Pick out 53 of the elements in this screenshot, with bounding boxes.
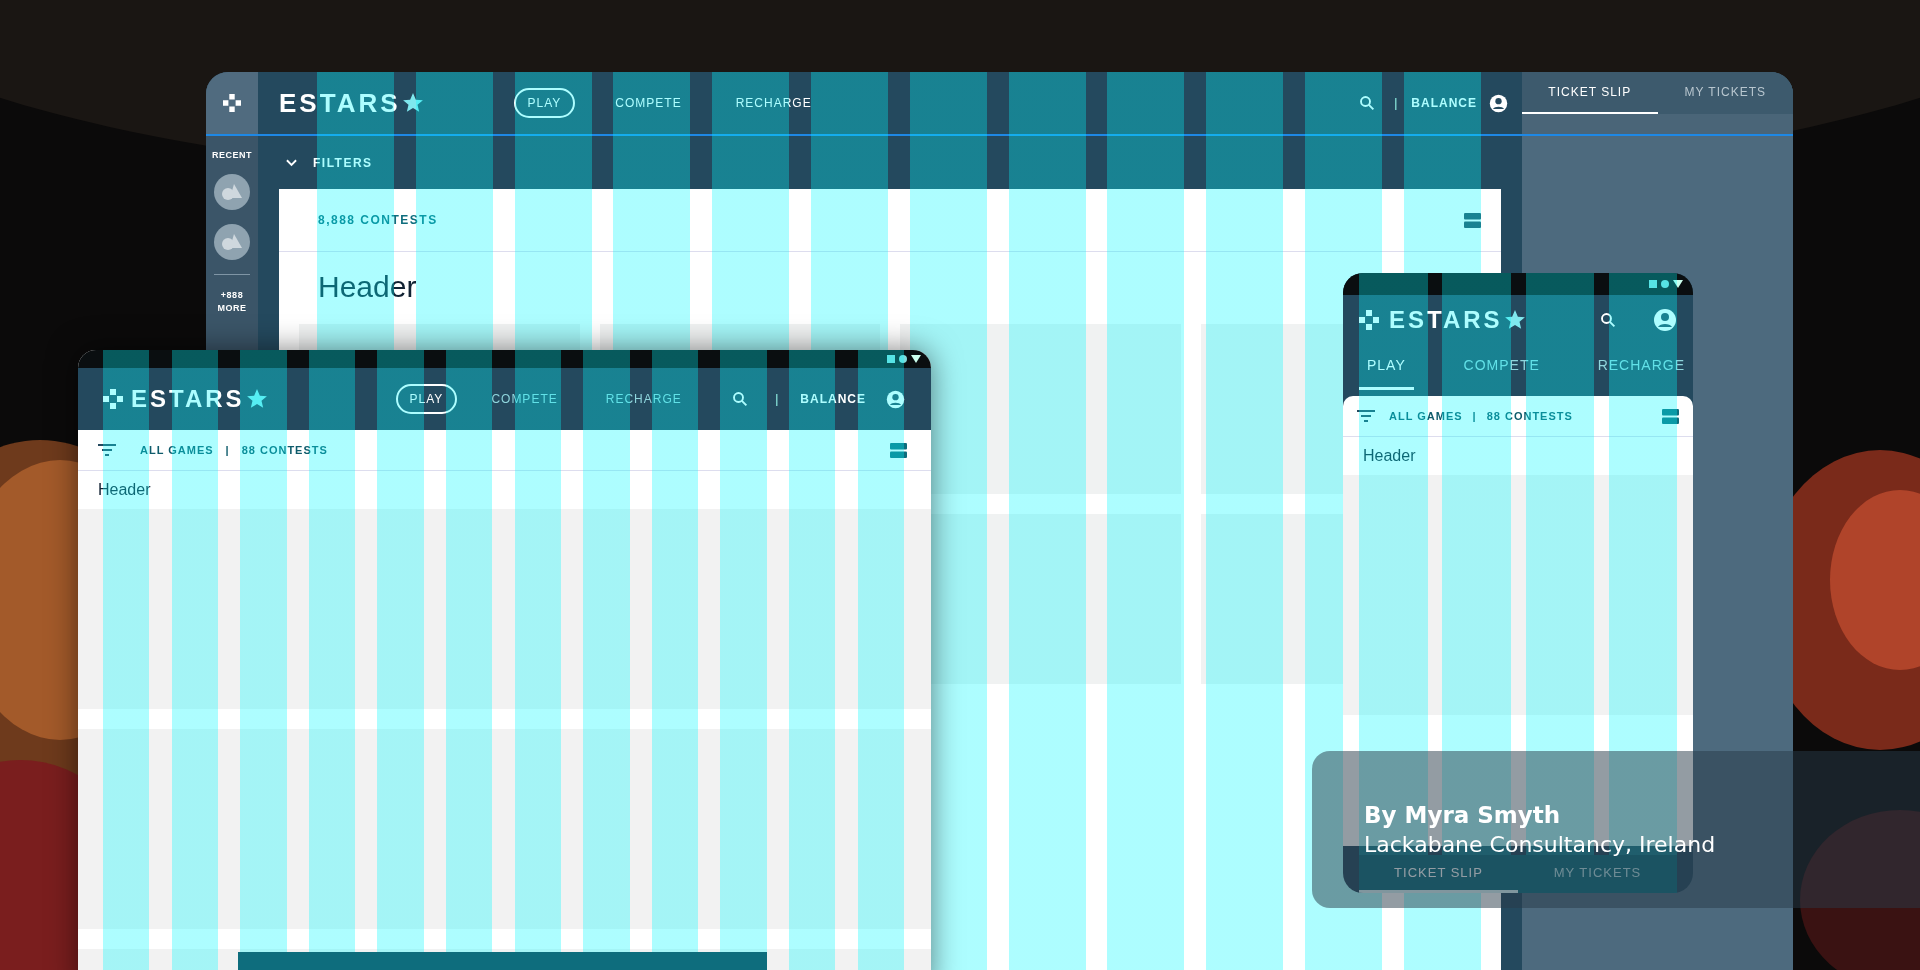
filter-icon[interactable] [1357,410,1375,422]
section-header: Header [317,269,418,304]
list-view-icon[interactable] [890,441,907,459]
company-name: Lackabane Consultancy, Ireland [1364,832,1717,857]
balance-link[interactable]: BALANCE [800,392,866,406]
list-view-icon[interactable] [1662,407,1679,425]
ticket-tab[interactable]: TICKET SLIP [1522,72,1658,114]
nav-tab[interactable]: RECHARGE [591,384,696,414]
nav-tab[interactable]: RECHARGE [721,88,826,118]
games-filter[interactable]: ALL GAMES [140,444,214,456]
contest-count: 88 CONTESTS [241,444,328,456]
nav-tab[interactable]: COMPETE [477,384,572,414]
section-header: Header [97,480,152,500]
nav-tab[interactable]: PLAY [395,384,458,414]
rail-title: RECENT [212,150,252,160]
filter-icon[interactable] [98,444,116,456]
search-icon[interactable] [1599,311,1617,329]
balance-link[interactable]: BALANCE [1411,96,1477,110]
brand-logo[interactable]: ESTARS [279,87,424,119]
ticket-tab[interactable]: MY TICKETS [1518,855,1677,893]
contest-count: 88 CONTESTS [1486,410,1573,422]
game-avatar-icon[interactable] [214,224,250,260]
account-icon[interactable] [1653,308,1677,332]
brand-logo[interactable]: ESTARS [131,385,268,413]
search-icon[interactable] [1358,94,1377,112]
nav-tab[interactable]: COMPETE [1455,345,1548,390]
nav-tab[interactable]: COMPETE [601,88,696,118]
brand-logo[interactable]: ESTARS [1389,306,1526,334]
status-icons [887,354,921,364]
more-link[interactable]: +888 MORE [214,289,250,315]
game-avatar-icon[interactable] [214,174,250,210]
account-icon[interactable] [886,389,905,409]
ticket-tab[interactable]: MY TICKETS [1657,72,1793,114]
status-icons [1649,279,1683,289]
separator: | [775,392,779,406]
ticket-tab[interactable]: TICKET SLIP [1359,855,1518,893]
chevron-icon[interactable] [286,158,297,167]
section-header: Header [1362,446,1417,466]
author-name: By Myra Smyth [1364,802,1562,828]
account-icon[interactable] [1489,93,1508,113]
nav-tab[interactable]: RECHARGE [1589,345,1693,390]
contest-count: 8,888 CONTESTS [318,213,438,227]
search-icon[interactable] [731,390,750,408]
separator: | [1472,410,1477,422]
games-filter[interactable]: ALL GAMES [1389,410,1463,422]
separator: | [1394,96,1398,110]
separator: | [225,444,230,456]
list-view-icon[interactable] [1464,211,1481,229]
dpad-icon [223,94,241,112]
dpad-icon [103,389,123,409]
nav-tab[interactable]: PLAY [513,88,576,118]
filters-toggle[interactable]: FILTERS [313,155,373,170]
dpad-icon [1359,310,1379,330]
